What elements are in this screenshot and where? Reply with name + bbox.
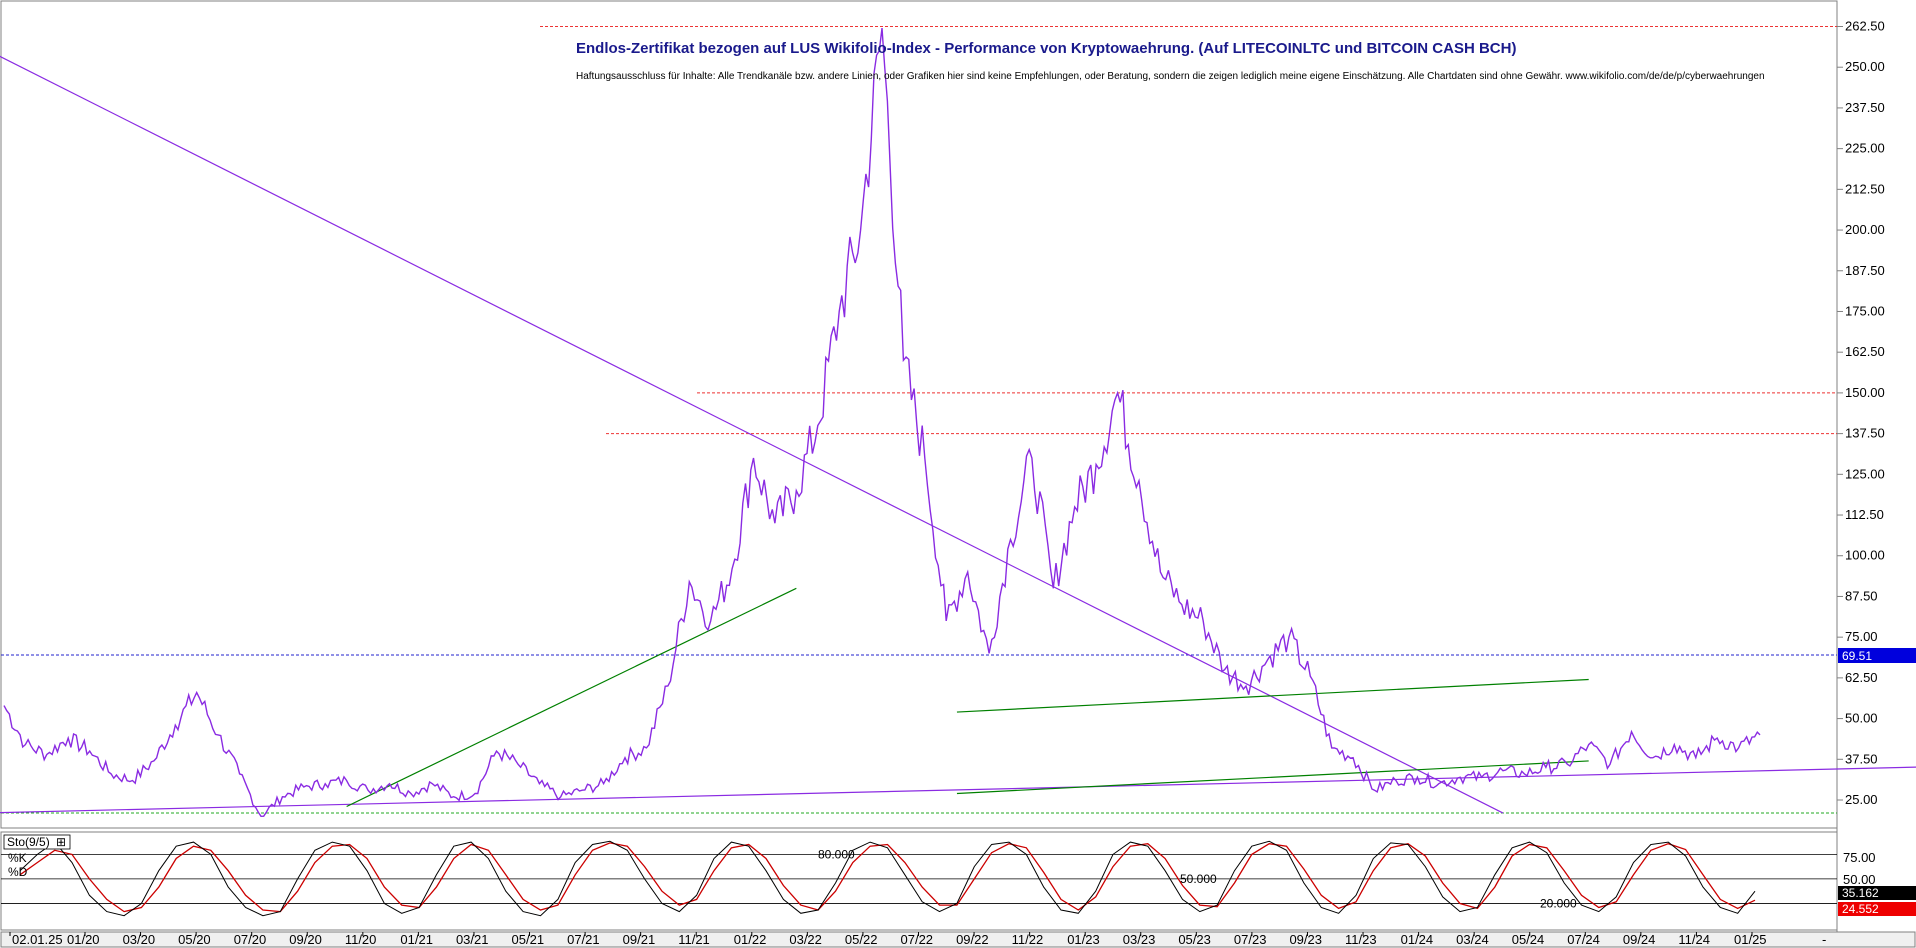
sto-tick-75: 75.00 (1843, 850, 1876, 865)
x-tick-label: 11/23 (1345, 932, 1377, 947)
x-axis-arrow-left-icon[interactable]: - (1822, 932, 1826, 947)
price-y-ticks: 262.50 250.00 237.50 225.00 212.50 200.00 187.… (1837, 19, 1885, 807)
x-tick-label: 07/23 (1234, 932, 1267, 947)
x-tick-label: 01/22 (734, 932, 767, 947)
price-tick-label: 25.00 (1845, 792, 1878, 807)
x-tick-label: 05/24 (1512, 932, 1545, 947)
x-tick-label: 09/22 (956, 932, 989, 947)
x-tick-label: 07/20 (234, 932, 267, 947)
price-tick-label: 150.00 (1845, 385, 1885, 400)
x-tick-label: 01/21 (400, 932, 433, 947)
x-tick-label: 09/20 (289, 932, 322, 947)
price-tick-label: 162.50 (1845, 344, 1885, 359)
last-value-tag: 69.51 (1842, 649, 1872, 663)
chart-disclaimer: Haftungsausschluss für Inhalte: Alle Tre… (576, 71, 1765, 82)
stochastic-expand-icon[interactable]: ⊞ (56, 835, 66, 849)
x-tick-label: 05/23 (1178, 932, 1211, 947)
sto-k-value-tag: 35.162 (1842, 886, 1879, 900)
x-tick-label: 01/20 (67, 932, 100, 947)
price-tick-label: 137.50 (1845, 426, 1885, 441)
price-tick-label: 100.00 (1845, 548, 1885, 563)
price-tick-label: 125.00 (1845, 466, 1885, 481)
price-tick-label: 200.00 (1845, 222, 1885, 237)
x-tick-label: 07/21 (567, 932, 600, 947)
price-tick-label: 225.00 (1845, 141, 1885, 156)
x-tick-label: 05/21 (512, 932, 545, 947)
x-tick-label: 09/24 (1623, 932, 1656, 947)
stochastic-level-label: 80.000 (818, 847, 855, 861)
price-tick-label: 112.50 (1845, 507, 1884, 522)
x-tick-label: 07/24 (1567, 932, 1600, 947)
x-tick-label: 03/24 (1456, 932, 1489, 947)
stochastic-title: Sto(9/5) (7, 835, 50, 849)
x-tick-label: 01/23 (1067, 932, 1100, 947)
x-tick-label: 11/22 (1012, 932, 1044, 947)
x-tick-label: 09/23 (1289, 932, 1322, 947)
price-tick-label: 187.50 (1845, 263, 1885, 278)
x-tick-label: 03/22 (789, 932, 822, 947)
stochastic-panel (0, 831, 1838, 931)
x-tick-label: 03/21 (456, 932, 489, 947)
x-tick-label: 11/21 (678, 932, 710, 947)
stochastic-level-label: 20.000 (1540, 896, 1577, 910)
sto-tick-50: 50.00 (1843, 872, 1876, 887)
price-tick-label: 37.50 (1845, 751, 1878, 766)
price-panel (0, 0, 1838, 829)
chart-title: Endlos-Zertifikat bezogen auf LUS Wikifo… (576, 40, 1516, 57)
legend-k: %K (8, 851, 27, 865)
x-tick-label: 05/22 (845, 932, 878, 947)
x-tick-label: 02.01.25 (12, 932, 63, 947)
price-tick-label: 175.00 (1845, 303, 1885, 318)
price-tick-label: 212.50 (1845, 181, 1885, 196)
x-tick-label: 09/21 (623, 932, 656, 947)
x-tick-label: 11/24 (1678, 932, 1710, 947)
x-tick-label: 03/20 (123, 932, 156, 947)
x-tick-label: 05/20 (178, 932, 211, 947)
price-tick-label: 250.00 (1845, 59, 1885, 74)
stochastic-level-label: 50.000 (1180, 872, 1217, 886)
x-tick-label: 01/25 (1734, 932, 1767, 947)
price-tick-label: 50.00 (1845, 711, 1878, 726)
price-tick-label: 262.50 (1845, 19, 1885, 34)
price-tick-label: 75.00 (1845, 629, 1878, 644)
price-tick-label: 62.50 (1845, 670, 1878, 685)
legend-d: %D (8, 865, 28, 879)
chart-svg: 262.50 250.00 237.50 225.00 212.50 200.00 187.… (0, 0, 1916, 948)
x-tick-label: 01/24 (1401, 932, 1434, 947)
price-tick-label: 87.50 (1845, 588, 1878, 603)
sto-d-value-tag: 24.552 (1842, 902, 1879, 916)
price-tick-label: 237.50 (1845, 100, 1885, 115)
x-tick-label: 07/22 (901, 932, 934, 947)
x-tick-label: 11/20 (345, 932, 377, 947)
x-tick-label: 03/23 (1123, 932, 1156, 947)
